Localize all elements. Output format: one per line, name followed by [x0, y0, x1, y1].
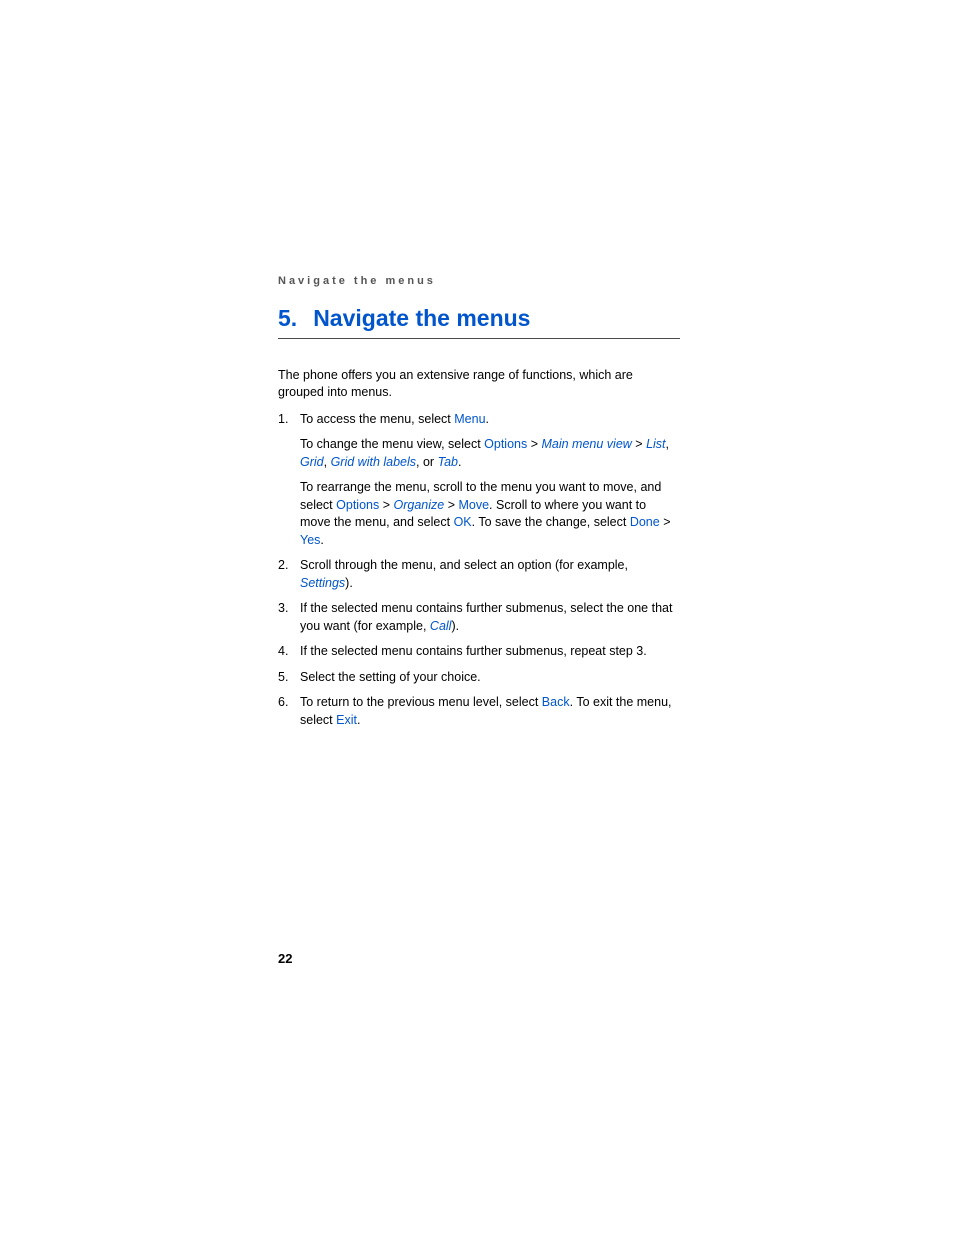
keyword-options-2: Options	[336, 498, 379, 512]
chapter-title: 5. Navigate the menus	[278, 305, 680, 339]
keyword-options: Options	[484, 437, 527, 451]
running-header: Navigate the menus	[278, 275, 680, 287]
page: Navigate the menus 5.Navigate the menus …	[0, 0, 954, 1235]
step-1: 1. To access the menu, select Menu. To c…	[278, 411, 680, 550]
keyword-settings: Settings	[300, 576, 345, 590]
keyword-call: Call	[430, 619, 452, 633]
keyword-yes: Yes	[300, 533, 320, 547]
step-1-line-2: To change the menu view, select Options …	[300, 436, 680, 471]
step-1-line-1: To access the menu, select Menu.	[300, 411, 680, 429]
step-4: 4. If the selected menu contains further…	[278, 643, 680, 661]
keyword-move: Move	[458, 498, 489, 512]
keyword-back: Back	[542, 695, 570, 709]
keyword-grid: Grid	[300, 455, 324, 469]
keyword-exit: Exit	[336, 713, 357, 727]
steps-list: 1. To access the menu, select Menu. To c…	[278, 411, 680, 730]
page-number: 22	[278, 951, 292, 966]
step-number: 1.	[278, 411, 288, 429]
step-1-line-3: To rearrange the menu, scroll to the men…	[300, 479, 680, 549]
keyword-grid-with-labels: Grid with labels	[331, 455, 416, 469]
step-6: 6. To return to the previous menu level,…	[278, 694, 680, 729]
keyword-main-menu-view: Main menu view	[541, 437, 631, 451]
chapter-title-text: Navigate the menus	[313, 305, 530, 331]
keyword-list: List	[646, 437, 665, 451]
step-number: 3.	[278, 600, 288, 618]
step-number: 5.	[278, 669, 288, 687]
content-area: Navigate the menus 5.Navigate the menus …	[278, 275, 680, 737]
keyword-organize: Organize	[393, 498, 444, 512]
keyword-menu: Menu	[454, 412, 485, 426]
step-number: 2.	[278, 557, 288, 575]
keyword-done: Done	[630, 515, 660, 529]
intro-paragraph: The phone offers you an extensive range …	[278, 367, 680, 401]
step-2: 2. Scroll through the menu, and select a…	[278, 557, 680, 592]
step-3: 3. If the selected menu contains further…	[278, 600, 680, 635]
step-number: 6.	[278, 694, 288, 712]
step-number: 4.	[278, 643, 288, 661]
chapter-number: 5.	[278, 305, 297, 331]
keyword-ok: OK	[454, 515, 472, 529]
step-5: 5. Select the setting of your choice.	[278, 669, 680, 687]
keyword-tab: Tab	[438, 455, 458, 469]
